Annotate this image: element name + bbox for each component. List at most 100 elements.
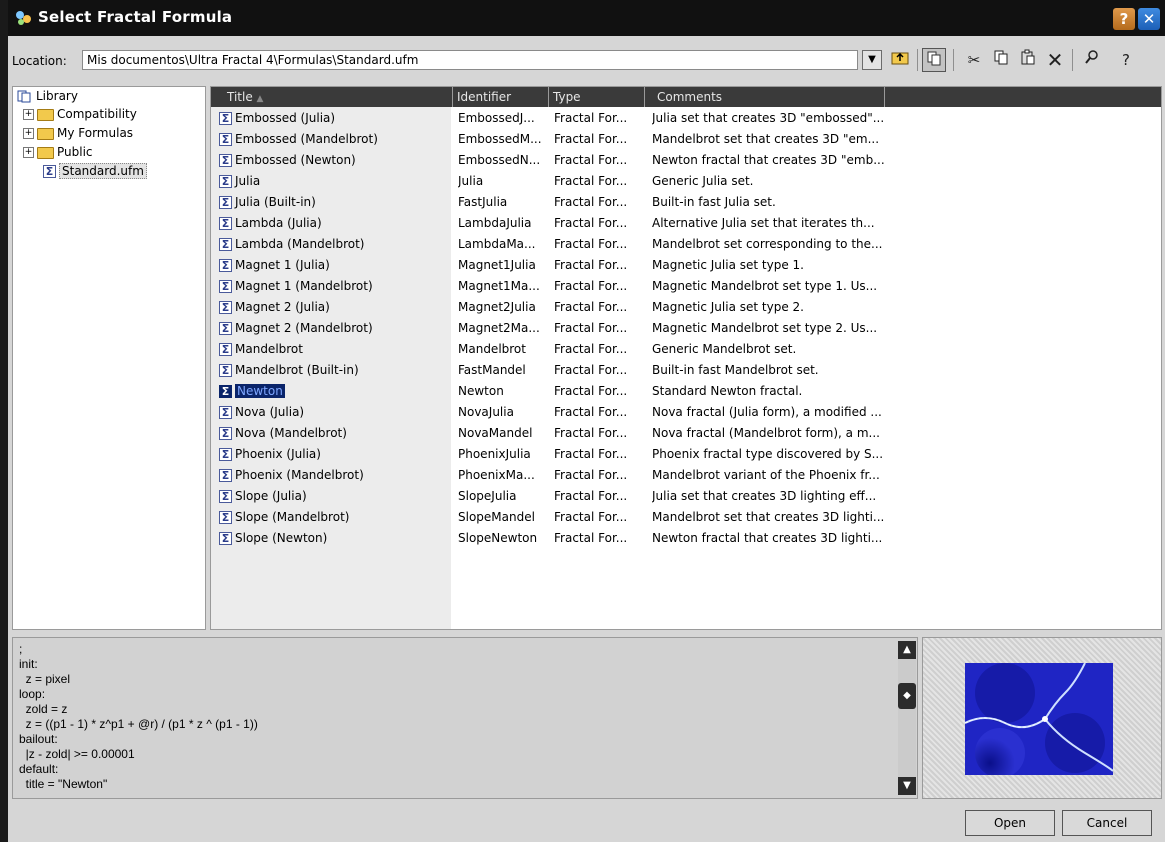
row-title: Embossed (Newton): [235, 153, 356, 167]
table-row[interactable]: Σ Magnet 1 (Mandelbrot) Magnet1Ma... Fracta…: [211, 276, 1161, 297]
column-header-type[interactable]: Type: [549, 87, 645, 107]
tree-item-standard-ufm[interactable]: Σ Standard.ufm: [43, 162, 147, 180]
column-header-comments[interactable]: Comments: [645, 87, 885, 107]
cell-type: Fractal For...: [554, 174, 628, 188]
cell-comment: Mandelbrot set corresponding to the...: [652, 237, 883, 251]
table-row[interactable]: Σ Slope (Newton) SlopeNewton Fractal For...…: [211, 528, 1161, 549]
row-title: Phoenix (Julia): [235, 447, 321, 461]
cell-type: Fractal For...: [554, 363, 628, 377]
scroll-up-icon[interactable]: ▲: [898, 641, 916, 659]
table-row[interactable]: Σ Magnet 2 (Mandelbrot) Magnet2Ma... Fracta…: [211, 318, 1161, 339]
cell-identifier: EmbossedM...: [458, 132, 542, 146]
location-field[interactable]: Mis documentos\Ultra Fractal 4\Formulas\…: [82, 50, 858, 70]
cell-comment: Newton fractal that creates 3D "emb...: [652, 153, 885, 167]
code-line: zold = z: [19, 702, 68, 716]
formula-sigma-icon: Σ: [219, 175, 232, 188]
column-header-title[interactable]: Title ▲: [211, 87, 453, 107]
cell-title: Σ Slope (Mandelbrot): [219, 507, 451, 528]
cell-type: Fractal For...: [554, 153, 628, 167]
expand-icon[interactable]: +: [23, 147, 34, 158]
formula-sigma-icon: Σ: [219, 343, 232, 356]
open-button[interactable]: Open: [965, 810, 1055, 836]
row-title: Mandelbrot (Built-in): [235, 363, 359, 377]
table-row[interactable]: Σ Julia Julia Fractal For... Generic Julia s…: [211, 171, 1161, 192]
code-scrollbar[interactable]: ▲ ◆ ▼: [898, 641, 916, 795]
cut-icon[interactable]: ✂: [962, 48, 986, 72]
cell-type: Fractal For...: [554, 132, 628, 146]
formula-sigma-icon: Σ: [219, 406, 232, 419]
formula-sigma-icon: Σ: [219, 469, 232, 482]
table-row[interactable]: Σ Slope (Julia) SlopeJulia Fractal For... Ju…: [211, 486, 1161, 507]
table-row[interactable]: Σ Phoenix (Mandelbrot) PhoenixMa... Fractal…: [211, 465, 1161, 486]
cell-type: Fractal For...: [554, 279, 628, 293]
formula-code-view[interactable]: ; init: z = pixel loop: zold = z z = ((p1 …: [12, 637, 918, 799]
copy-icon[interactable]: [989, 48, 1013, 72]
view-icon[interactable]: [922, 48, 946, 72]
cell-identifier: Mandelbrot: [458, 342, 526, 356]
find-icon[interactable]: [1080, 48, 1104, 72]
table-row[interactable]: Σ Slope (Mandelbrot) SlopeMandel Fractal Fo…: [211, 507, 1161, 528]
table-row[interactable]: Σ Julia (Built-in) FastJulia Fractal For...…: [211, 192, 1161, 213]
formula-list[interactable]: Title ▲ Identifier Type Comments Σ Emboss…: [210, 86, 1162, 630]
cancel-button[interactable]: Cancel: [1062, 810, 1152, 836]
table-row[interactable]: Σ Phoenix (Julia) PhoenixJulia Fractal For.…: [211, 444, 1161, 465]
cell-title: Σ Lambda (Julia): [219, 213, 451, 234]
cell-type: Fractal For...: [554, 468, 628, 482]
table-row[interactable]: Σ Embossed (Newton) EmbossedN... Fractal Fo…: [211, 150, 1161, 171]
formula-sigma-icon: Σ: [219, 154, 232, 167]
cell-comment: Newton fractal that creates 3D lighti...: [652, 531, 883, 545]
table-row[interactable]: Σ Magnet 1 (Julia) Magnet1Julia Fractal For…: [211, 255, 1161, 276]
cell-identifier: Magnet2Julia: [458, 300, 536, 314]
help-icon[interactable]: ?: [1113, 8, 1135, 30]
table-row[interactable]: Σ Lambda (Mandelbrot) LambdaMa... Fractal F…: [211, 234, 1161, 255]
table-row[interactable]: Σ Mandelbrot (Built-in) FastMandel Fractal …: [211, 360, 1161, 381]
column-header-identifier[interactable]: Identifier: [453, 87, 549, 107]
table-row[interactable]: Σ Lambda (Julia) LambdaJulia Fractal For...…: [211, 213, 1161, 234]
table-row[interactable]: Σ Mandelbrot Mandelbrot Fractal For... Gener…: [211, 339, 1161, 360]
scroll-down-icon[interactable]: ▼: [898, 777, 916, 795]
table-row[interactable]: Σ Embossed (Mandelbrot) EmbossedM... Fracta…: [211, 129, 1161, 150]
cell-title: Σ Mandelbrot: [219, 339, 451, 360]
expand-icon[interactable]: +: [23, 109, 34, 120]
cell-type: Fractal For...: [554, 384, 628, 398]
close-icon[interactable]: ✕: [1138, 8, 1160, 30]
chevron-down-icon[interactable]: ▼: [862, 50, 882, 70]
tree-item-my-formulas[interactable]: + My Formulas: [23, 124, 133, 142]
folder-tree[interactable]: Library + Compatibility + My Formulas + Pub…: [12, 86, 206, 630]
table-row[interactable]: Σ Embossed (Julia) EmbossedJ... Fractal For…: [211, 108, 1161, 129]
table-row[interactable]: Σ Nova (Julia) NovaJulia Fractal For... Nova…: [211, 402, 1161, 423]
list-header: Title ▲ Identifier Type Comments: [211, 87, 1161, 107]
code-line: title = "Newton": [19, 777, 108, 791]
help-question-icon[interactable]: ?: [1114, 48, 1138, 72]
cell-comment: Standard Newton fractal.: [652, 384, 803, 398]
tree-item-public[interactable]: + Public: [23, 143, 93, 161]
dialog-window: Select Fractal Formula ? ✕ Location: Mis…: [8, 0, 1165, 842]
table-row[interactable]: Σ Newton Newton Fractal For... Standard Newt…: [211, 381, 1161, 402]
table-row[interactable]: Σ Nova (Mandelbrot) NovaMandel Fractal For.…: [211, 423, 1161, 444]
newton-fractal-image: [965, 663, 1113, 775]
cell-comment: Magnetic Mandelbrot set type 1. Us...: [652, 279, 878, 293]
expand-icon[interactable]: +: [23, 128, 34, 139]
location-toolbar: Location: Mis documentos\Ultra Fractal 4…: [8, 44, 1165, 80]
cell-identifier: FastMandel: [458, 363, 526, 377]
cell-type: Fractal For...: [554, 426, 628, 440]
formula-sigma-icon: Σ: [219, 427, 232, 440]
row-title: Slope (Newton): [235, 531, 328, 545]
scroll-thumb[interactable]: ◆: [898, 683, 916, 709]
tree-label: Standard.ufm: [59, 163, 147, 179]
row-title: Newton: [235, 384, 285, 398]
tree-item-compatibility[interactable]: + Compatibility: [23, 105, 137, 123]
title-bar[interactable]: Select Fractal Formula ? ✕: [8, 0, 1165, 36]
table-row[interactable]: Σ Magnet 2 (Julia) Magnet2Julia Fractal For…: [211, 297, 1161, 318]
tree-label: Library: [36, 89, 78, 103]
cell-title: Σ Lambda (Mandelbrot): [219, 234, 451, 255]
up-folder-icon[interactable]: [888, 48, 912, 72]
tree-item-library[interactable]: Library: [17, 87, 78, 105]
cell-title: Σ Embossed (Mandelbrot): [219, 129, 451, 150]
code-line: default:: [19, 762, 59, 776]
paste-icon[interactable]: [1016, 48, 1040, 72]
delete-icon[interactable]: ✕: [1043, 48, 1067, 72]
cell-comment: Nova fractal (Julia form), a modified ..…: [652, 405, 882, 419]
cell-identifier: SlopeNewton: [458, 531, 538, 545]
sort-ascending-icon: ▲: [256, 94, 264, 104]
